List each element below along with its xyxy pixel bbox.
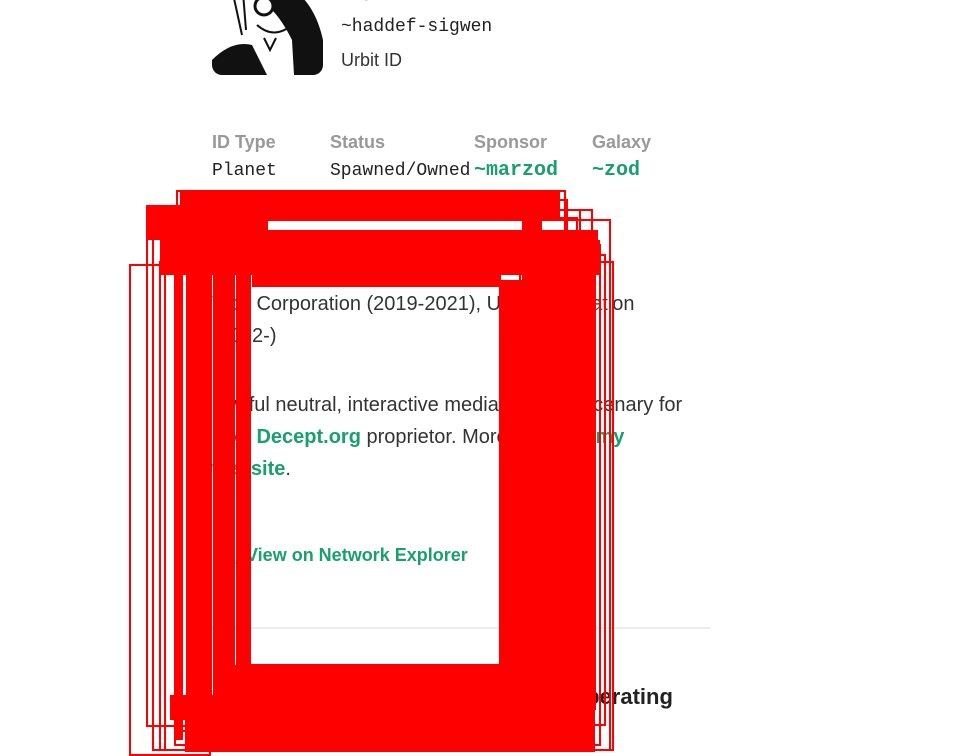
meta-id-type-value: Planet [212,161,277,181]
website-link-part1[interactable]: my [596,426,625,448]
bio-affiliation-line2: (2022-) [212,325,277,347]
meta-sponsor-label: Sponsor [474,132,548,152]
meta-id-type: ID Type Planet [212,132,277,181]
meta-galaxy-link[interactable]: ~zod [592,159,651,182]
network-explorer-label[interactable]: View on Network Explorer [246,545,468,566]
meta-sponsor-link[interactable]: ~marzod [474,159,558,182]
meta-galaxy: Galaxy ~zod [592,132,651,182]
search-icon [216,545,236,565]
profile-subtitle: Urbit ID [341,50,403,70]
meta-id-type-label: ID Type [212,132,276,152]
avatar-illustration [212,0,323,75]
bio-desc-suffix: . [285,458,291,480]
meta-sponsor: Sponsor ~marzod [474,132,558,182]
meta-status-label: Status [330,132,386,152]
website-link-part2[interactable]: website [212,458,285,480]
section-divider [212,627,710,629]
meta-galaxy-label: Galaxy [592,132,652,152]
bio-desc-prefix: hire. [212,426,257,448]
network-explorer-link[interactable]: View on Network Explorer [214,543,468,567]
bio-affiliation-line1: Tlon Corporation (2019-2021), Urbit Foun… [212,293,635,315]
decept-link[interactable]: Decept.org [256,426,360,448]
profile-title: ~dif [342,0,396,8]
red-rectangle-overlay [129,190,614,756]
avatar [212,0,323,75]
meta-status: Status Spawned/Owned [330,132,470,181]
meta-status-value: Spawned/Owned [330,161,471,181]
bio-desc-line1: Lawful neutral, interactive media artist… [212,394,683,416]
urbit-intro-heading: Urbit is a clean-slate, peer-to-peer ope… [212,684,673,709]
bio-desc-mid: proprietor. More profile at [360,426,596,448]
profile-patp: ~haddef-sigwen [341,17,493,37]
bio-affiliation: Tlon Corporation (2019-2021), Urbit Foun… [212,288,712,352]
bio-description: Lawful neutral, interactive media artist… [212,389,712,485]
